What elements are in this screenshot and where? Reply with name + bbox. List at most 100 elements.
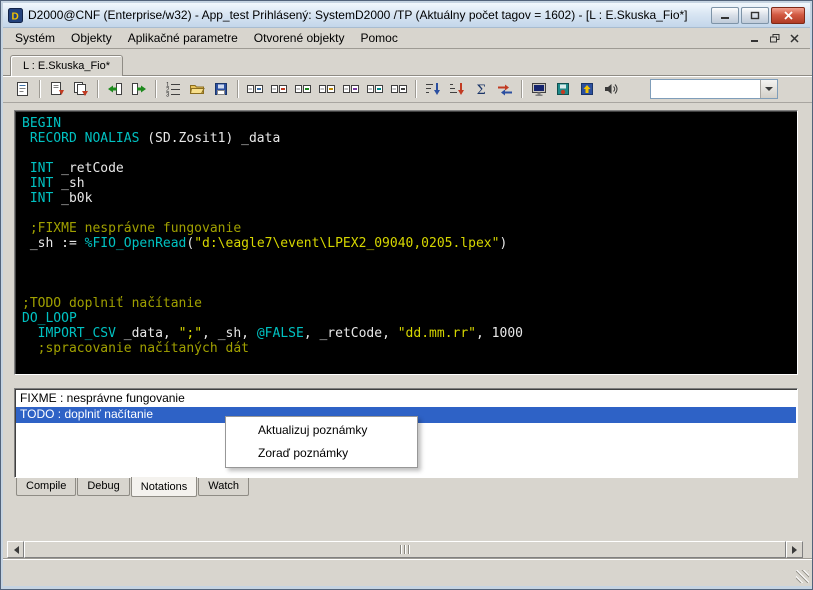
script-properties-icon[interactable] xyxy=(11,78,34,100)
code-line-1: BEGIN xyxy=(22,116,793,131)
compile-all-icon[interactable] xyxy=(69,78,92,100)
menu-system[interactable]: Systém xyxy=(7,29,63,47)
code-token: _sh := xyxy=(22,236,85,251)
object-selector-combo[interactable] xyxy=(650,79,778,99)
bottom-tab-strip: CompileDebugNotationsWatch xyxy=(16,478,250,497)
export-disk-icon[interactable] xyxy=(575,78,598,100)
minimize-icon[interactable] xyxy=(711,7,739,24)
arrow-right-icon xyxy=(792,546,801,554)
code-line-3 xyxy=(22,146,793,161)
code-token: _sh xyxy=(53,176,84,191)
field-template-icon-1[interactable] xyxy=(243,78,266,100)
scroll-left-button[interactable] xyxy=(7,541,24,558)
context-menu: Aktualizuj poznámkyZoraď poznámky xyxy=(225,416,418,468)
sort-descending-icon[interactable] xyxy=(445,78,468,100)
scroll-right-button[interactable] xyxy=(786,541,803,558)
save-colored-icon[interactable] xyxy=(551,78,574,100)
code-token xyxy=(22,191,30,206)
code-token xyxy=(22,176,30,191)
tab-watch[interactable]: Watch xyxy=(198,478,249,496)
code-token: "dd.mm.rr" xyxy=(398,326,476,341)
toolbar-separator xyxy=(155,80,156,98)
toolbar-separator xyxy=(237,80,238,98)
context-menu-item-aktualizuj-poznamky[interactable]: Aktualizuj poznámky xyxy=(228,419,415,442)
combo-dropdown-button[interactable] xyxy=(760,80,777,98)
field-template-icon-4[interactable] xyxy=(315,78,338,100)
check-in-icon[interactable] xyxy=(103,78,126,100)
maximize-icon[interactable] xyxy=(741,7,769,24)
code-token: INT xyxy=(30,176,53,191)
svg-text:D: D xyxy=(12,11,19,22)
save-icon[interactable] xyxy=(209,78,232,100)
code-token: ;FIXME nesprávne fungovanie xyxy=(22,221,241,236)
tab-compile[interactable]: Compile xyxy=(16,478,76,496)
toolbar-separator xyxy=(39,80,40,98)
mdi-restore-icon[interactable] xyxy=(767,31,783,45)
svg-text:Σ: Σ xyxy=(476,83,485,97)
code-line-13: ;TODO doplniť načítanie xyxy=(22,296,793,311)
code-token: , _sh, xyxy=(202,326,257,341)
document-tab[interactable]: L : E.Skuska_Fio* xyxy=(10,55,123,76)
client-area: L : E.Skuska_Fio* 123 Σ BEGIN RECORD NOAL… xyxy=(3,49,812,586)
code-token: ) xyxy=(499,236,507,251)
field-template-icon-3[interactable] xyxy=(291,78,314,100)
titlebar: D D2000@CNF (Enterprise/w32) - App_test … xyxy=(3,3,810,28)
code-token: RECORD NOALIAS xyxy=(30,131,140,146)
menubar: SystémObjektyAplikačné parametreOtvorené… xyxy=(3,28,810,49)
notation-row-fixme-nespravne-fungovanie[interactable]: FIXME : nesprávne fungovanie xyxy=(16,391,796,407)
check-out-icon[interactable] xyxy=(127,78,150,100)
code-line-9: _sh := %FIO_OpenRead("d:\eagle7\event\LP… xyxy=(22,236,793,251)
toolbar-buttons: 123 Σ xyxy=(11,78,622,100)
thumb-grip xyxy=(400,545,411,554)
code-line-5: INT _sh xyxy=(22,176,793,191)
app-window: D D2000@CNF (Enterprise/w32) - App_test … xyxy=(0,0,813,590)
close-icon[interactable] xyxy=(771,7,805,24)
toolbar-separator xyxy=(521,80,522,98)
horizontal-scrollbar[interactable] xyxy=(7,541,803,558)
chevron-down-icon xyxy=(765,87,773,95)
compile-icon[interactable] xyxy=(45,78,68,100)
code-token: _b0k xyxy=(53,191,92,206)
code-line-7 xyxy=(22,206,793,221)
menu-aplikacne-parametre[interactable]: Aplikačné parametre xyxy=(120,29,246,47)
mdi-window-controls xyxy=(747,31,806,45)
sum-icon[interactable]: Σ xyxy=(469,78,492,100)
toolbar-separator xyxy=(415,80,416,98)
menu-pomoc[interactable]: Pomoc xyxy=(352,29,405,47)
code-token: BEGIN xyxy=(22,116,61,131)
code-line-8: ;FIXME nesprávne fungovanie xyxy=(22,221,793,236)
code-line-6: INT _b0k xyxy=(22,191,793,206)
resize-grip[interactable] xyxy=(796,570,809,583)
menu-objekty[interactable]: Objekty xyxy=(63,29,120,47)
mdi-close-icon[interactable] xyxy=(787,31,803,45)
field-template-icon-5[interactable] xyxy=(339,78,362,100)
code-token: @FALSE xyxy=(257,326,304,341)
speaker-icon[interactable] xyxy=(599,78,622,100)
scrollbar-thumb[interactable] xyxy=(24,541,786,558)
code-token: ;spracovanie načítaných dát xyxy=(22,341,249,356)
field-template-icon-7[interactable] xyxy=(387,78,410,100)
context-menu-item-zorad-poznamky[interactable]: Zoraď poznámky xyxy=(228,442,415,465)
menu-otvorene-objekty[interactable]: Otvorené objekty xyxy=(246,29,353,47)
code-editor[interactable]: BEGIN RECORD NOALIAS (SD.Zosit1) _data I… xyxy=(14,110,798,375)
code-line-10 xyxy=(22,251,793,266)
code-line-4: INT _retCode xyxy=(22,161,793,176)
code-token: _data, xyxy=(116,326,179,341)
code-token: (SD.Zosit1) _data xyxy=(139,131,280,146)
code-token: "d:\eagle7\event\LPEX2_09040,0205.lpex" xyxy=(194,236,499,251)
tab-debug[interactable]: Debug xyxy=(77,478,129,496)
app-icon: D xyxy=(8,8,23,23)
tab-notations[interactable]: Notations xyxy=(131,477,197,497)
sort-ascending-icon[interactable] xyxy=(421,78,444,100)
goto-line-icon[interactable]: 123 xyxy=(161,78,184,100)
open-folder-icon[interactable] xyxy=(185,78,208,100)
code-line-12 xyxy=(22,281,793,296)
swap-icon[interactable] xyxy=(493,78,516,100)
menu-items: SystémObjektyAplikačné parametreOtvorené… xyxy=(7,29,406,47)
code-line-2: RECORD NOALIAS (SD.Zosit1) _data xyxy=(22,131,793,146)
mdi-minimize-icon[interactable] xyxy=(747,31,763,45)
terminal-icon[interactable] xyxy=(527,78,550,100)
field-template-icon-2[interactable] xyxy=(267,78,290,100)
field-template-icon-6[interactable] xyxy=(363,78,386,100)
code-token: , _retCode, xyxy=(304,326,398,341)
